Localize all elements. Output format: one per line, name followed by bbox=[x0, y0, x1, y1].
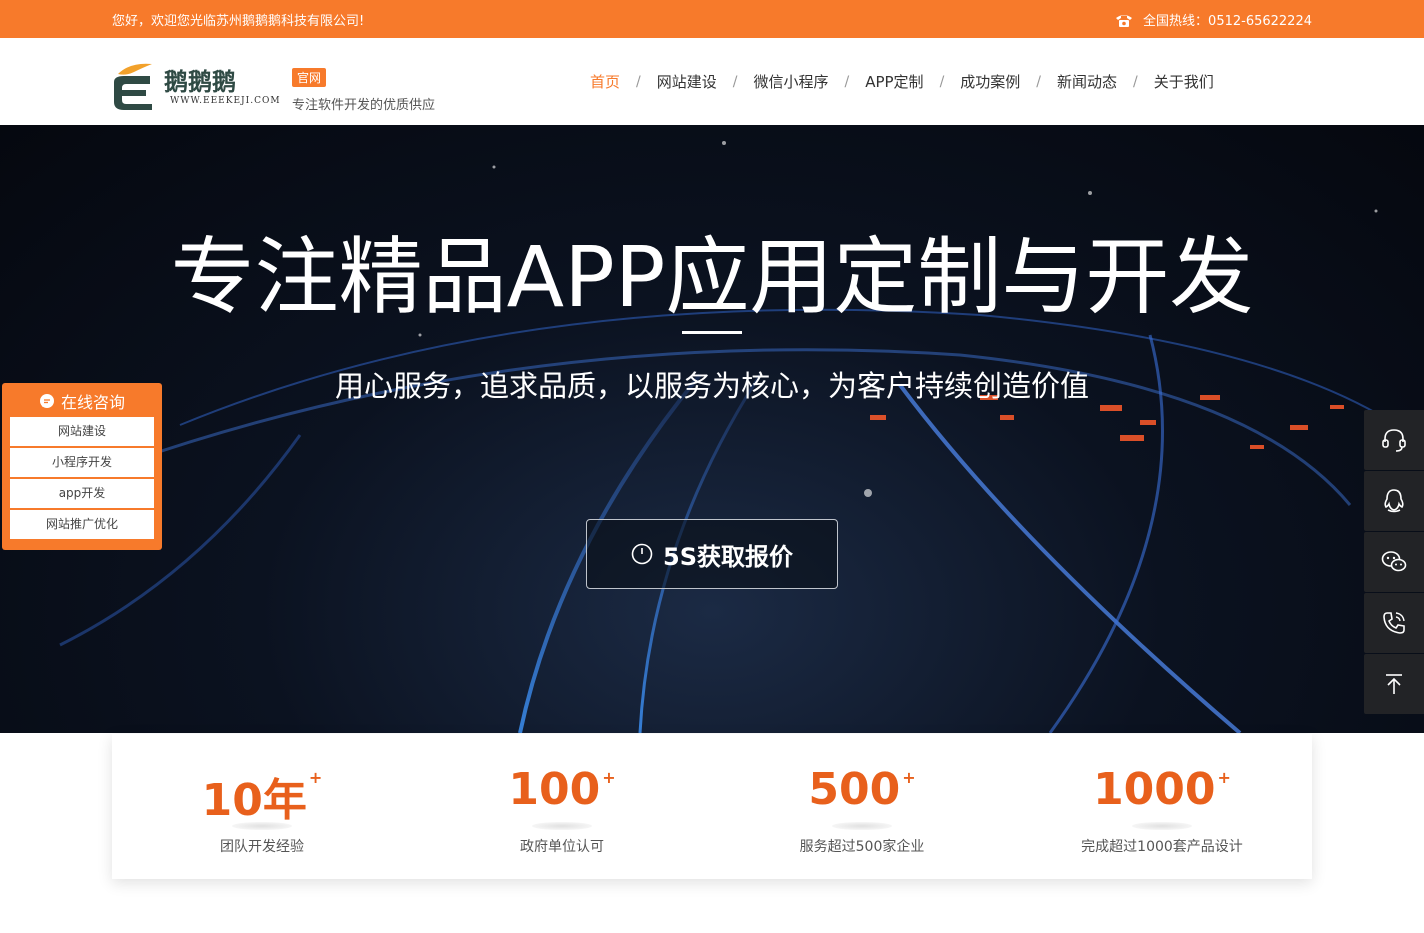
stat-label: 团队开发经验 bbox=[220, 839, 304, 855]
site-header: 鹅鹅鹅 WWW.EEEKEJI.COM 官网 专注软件开发的优质供应 首页 / … bbox=[0, 38, 1424, 125]
stat-item: 10年 + 团队开发经验 bbox=[112, 734, 412, 879]
nav-item-cases[interactable]: 成功案例 bbox=[948, 71, 1032, 92]
stat-number: 100 + bbox=[508, 764, 616, 815]
online-consult-panel: 在线咨询 网站建设 小程序开发 app开发 网站推广优化 bbox=[2, 383, 162, 550]
float-button-back-to-top[interactable] bbox=[1364, 654, 1424, 714]
official-badge: 官网 bbox=[292, 68, 327, 87]
chat-bubble-icon bbox=[39, 394, 54, 408]
consult-item-seo[interactable]: 网站推广优化 bbox=[10, 510, 154, 539]
stat-label: 服务超过500家企业 bbox=[799, 839, 925, 855]
nav-item-website[interactable]: 网站建设 bbox=[645, 71, 729, 92]
logo[interactable]: 鹅鹅鹅 WWW.EEEKEJI.COM bbox=[112, 60, 280, 112]
right-float-bar bbox=[1364, 410, 1424, 715]
hero-banner: 专注精品APP应用定制与开发 用心服务，追求品质，以服务为核心，为客户持续创造价… bbox=[0, 125, 1424, 733]
logo-script: 鹅鹅鹅 bbox=[164, 67, 236, 96]
nav-separator: / bbox=[636, 73, 641, 90]
stat-item: 1000 + 完成超过1000套产品设计 bbox=[1012, 734, 1312, 879]
consult-header: 在线咨询 bbox=[10, 389, 154, 413]
top-bar: 您好，欢迎您光临苏州鹅鹅鹅科技有限公司! 全国热线：0512-65622224 bbox=[0, 0, 1424, 38]
nav-separator: / bbox=[1036, 73, 1042, 90]
nav-separator: / bbox=[844, 73, 850, 90]
stats-panel: 10年 + 团队开发经验 100 + 政府单位认可 500 + 服务超过500家企业 … bbox=[112, 734, 1312, 879]
wechat-icon bbox=[1381, 551, 1407, 572]
phone-call-icon bbox=[1383, 612, 1405, 634]
stat-number: 1000 + bbox=[1093, 764, 1231, 815]
stat-item: 100 + 政府单位认可 bbox=[412, 734, 712, 879]
nav-separator: / bbox=[939, 73, 945, 90]
hotline-number[interactable]: 0512-65622224 bbox=[1208, 14, 1312, 29]
get-quote-label: 5S获取报价 bbox=[663, 542, 793, 571]
nav-item-app[interactable]: APP定制 bbox=[853, 71, 935, 92]
nav-item-about[interactable]: 关于我们 bbox=[1142, 71, 1226, 92]
stat-number: 500 + bbox=[808, 764, 916, 815]
nav-separator: / bbox=[732, 73, 738, 90]
float-button-wechat[interactable] bbox=[1364, 532, 1424, 592]
float-button-service[interactable] bbox=[1364, 410, 1424, 470]
logo-mark-icon bbox=[114, 63, 152, 110]
stat-item: 500 + 服务超过500家企业 bbox=[712, 734, 1012, 879]
headset-icon bbox=[1382, 429, 1406, 452]
stat-label: 政府单位认可 bbox=[520, 839, 604, 855]
tagline: 专注软件开发的优质供应 bbox=[292, 98, 436, 113]
hero-divider bbox=[682, 331, 742, 334]
back-to-top-icon bbox=[1386, 674, 1402, 694]
nav-separator: / bbox=[1133, 73, 1138, 90]
stat-label: 完成超过1000套产品设计 bbox=[1081, 839, 1243, 855]
get-quote-button[interactable]: 5S获取报价 bbox=[586, 519, 838, 589]
hero-title: 专注精品APP应用定制与开发 bbox=[170, 228, 1254, 326]
logo-url: WWW.EEEKEJI.COM bbox=[170, 96, 281, 106]
nav-item-miniprogram[interactable]: 微信小程序 bbox=[741, 71, 840, 92]
consult-item-miniprogram[interactable]: 小程序开发 bbox=[10, 448, 154, 477]
qq-icon bbox=[1384, 489, 1404, 513]
hotline-label: 全国热线： bbox=[1143, 14, 1209, 29]
consult-title: 在线咨询 bbox=[60, 393, 125, 412]
nav-item-home[interactable]: 首页 bbox=[578, 71, 632, 92]
float-button-phone[interactable] bbox=[1364, 593, 1424, 653]
welcome-text: 您好，欢迎您光临苏州鹅鹅鹅科技有限公司! bbox=[112, 14, 365, 29]
clock-icon bbox=[631, 543, 653, 565]
phone-icon bbox=[1116, 14, 1133, 27]
consult-item-website[interactable]: 网站建设 bbox=[10, 417, 154, 446]
main-nav: 首页 / 网站建设 / 微信小程序 / APP定制 / 成功案例 / 新闻动态 … bbox=[578, 38, 1226, 125]
hero-subtitle: 用心服务，追求品质，以服务为核心，为客户持续创造价值 bbox=[334, 369, 1089, 403]
float-button-qq[interactable] bbox=[1364, 471, 1424, 531]
stat-number: 10年 + bbox=[201, 768, 323, 826]
nav-item-news[interactable]: 新闻动态 bbox=[1045, 71, 1129, 92]
hotline: 全国热线：0512-65622224 bbox=[1115, 10, 1312, 29]
consult-item-app[interactable]: app开发 bbox=[10, 479, 154, 508]
